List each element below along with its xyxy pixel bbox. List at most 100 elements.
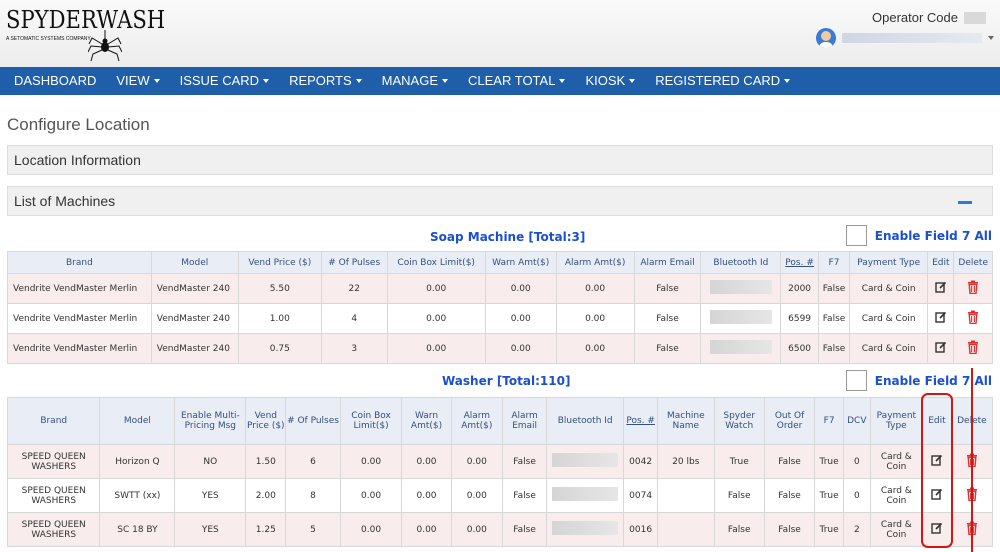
cell-brand: SPEED QUEEN WASHERS — [6, 512, 101, 547]
cell-warn: 0.00 — [484, 273, 557, 304]
nav-reports[interactable]: REPORTS — [279, 67, 372, 95]
cell-pulses: 8 — [285, 478, 341, 513]
bluetooth-id-redacted — [700, 333, 782, 364]
operator-code: Operator Code — [872, 10, 986, 25]
nav-manage[interactable]: MANAGE — [372, 67, 458, 95]
cell-f7: True — [814, 512, 844, 547]
edit-cell — [927, 333, 955, 364]
cell-multi: NO — [174, 444, 247, 479]
trash-icon[interactable] — [967, 310, 979, 327]
user-name-redacted — [842, 33, 982, 43]
cell-pulses: 3 — [320, 333, 388, 364]
cell-alarm-email: False — [633, 333, 702, 364]
delete-cell — [953, 273, 993, 304]
cell-alarm: 0.00 — [555, 333, 635, 364]
cell-f7: True — [814, 478, 844, 513]
table-row: SPEED QUEEN WASHERS Horizon Q NO 1.50 6 0.00 0… — [6, 444, 994, 479]
column-header[interactable]: Pos. # — [623, 397, 659, 445]
cell-alarm-email: False — [633, 303, 702, 334]
nav-label: MANAGE — [381, 73, 439, 88]
cell-ooo: False — [763, 512, 816, 547]
cell-model: SWTT (xx) — [99, 478, 176, 513]
column-header: Warn Amt($) — [484, 251, 557, 274]
cell-f7: True — [814, 444, 844, 479]
cell-warn: 0.00 — [484, 303, 557, 334]
nav-clear-total[interactable]: CLEAR TOTAL — [458, 67, 575, 95]
column-header: Brand — [6, 397, 101, 445]
cell-alarm: 0.00 — [450, 444, 504, 479]
nav-dashboard[interactable]: DASHBOARD — [4, 67, 106, 95]
spyderwash-logo[interactable]: SPYDERWASH A SETOMATIC SYSTEMS COMPANY — [6, 6, 165, 64]
cell-ooo: False — [763, 444, 816, 479]
bluetooth-id-redacted — [546, 512, 625, 547]
cell-multi: YES — [174, 478, 247, 513]
bluetooth-id-redacted — [546, 444, 625, 479]
column-header: Payment Type — [869, 397, 924, 445]
table-row: SPEED QUEEN WASHERS SC 18 BY YES 1.25 5 0.00 0… — [6, 512, 994, 547]
cell-model: Horizon Q — [99, 444, 176, 479]
cell-pulses: 22 — [320, 273, 388, 304]
logo-text: SPYDERWASH — [6, 6, 166, 34]
cell-warn: 0.00 — [401, 512, 452, 547]
column-header: Alarm Amt($) — [555, 251, 635, 274]
cell-pos: 6599 — [780, 303, 819, 334]
cell-warn: 0.00 — [401, 444, 452, 479]
nav-issue-card[interactable]: ISSUE CARD — [170, 67, 279, 95]
cell-pulses: 5 — [285, 512, 341, 547]
cell-vend-price: 1.25 — [245, 512, 287, 547]
cell-alarm: 0.00 — [555, 303, 635, 334]
panel-list-of-machines[interactable]: List of Machines — [7, 186, 993, 216]
operator-code-value-redacted — [964, 11, 986, 24]
edit-icon[interactable] — [935, 341, 947, 356]
cell-name — [657, 512, 715, 547]
cell-dcv: 0 — [842, 444, 871, 479]
nav-view[interactable]: VIEW — [106, 67, 169, 95]
cell-spyder: True — [713, 444, 765, 479]
edit-icon[interactable] — [935, 311, 947, 326]
collapse-icon[interactable] — [958, 201, 972, 204]
table-row: Vendrite VendMaster Merlin VendMaster 240… — [7, 333, 993, 364]
cell-alarm: 0.00 — [450, 512, 504, 547]
cell-f7: False — [817, 303, 851, 334]
enable-field7-label: Enable Field 7 All — [874, 228, 992, 243]
cell-pos: 0074 — [623, 478, 659, 513]
edit-icon[interactable] — [935, 281, 947, 296]
cell-f7: False — [817, 333, 851, 364]
cell-model: VendMaster 240 — [150, 303, 239, 334]
redacted-value — [552, 453, 619, 467]
column-header[interactable]: Pos. # — [780, 251, 819, 274]
cell-coin-box: 0.00 — [386, 303, 486, 334]
chevron-down-icon — [988, 36, 994, 40]
bluetooth-id-redacted — [700, 303, 782, 334]
edit-column-highlight — [921, 393, 953, 548]
cell-name — [657, 478, 715, 513]
cell-brand: Vendrite VendMaster Merlin — [7, 303, 152, 334]
chevron-down-icon — [355, 79, 362, 83]
trash-icon[interactable] — [967, 340, 979, 357]
chevron-down-icon — [629, 79, 636, 83]
column-header: Enable Multi-Pricing Msg — [174, 397, 247, 445]
edit-cell — [927, 303, 955, 334]
redacted-value — [552, 521, 619, 535]
panel-location-information[interactable]: Location Information — [7, 145, 993, 175]
cell-vend-price: 0.75 — [237, 333, 322, 364]
nav-label: VIEW — [116, 73, 150, 88]
column-header: Coin Box Limit($) — [386, 251, 486, 274]
enable-field7-label: Enable Field 7 All — [874, 373, 992, 388]
trash-icon[interactable] — [967, 280, 979, 297]
chevron-down-icon — [153, 79, 160, 83]
column-header: # Of Pulses — [285, 397, 341, 445]
soap-enable-field7-checkbox[interactable] — [845, 225, 867, 246]
nav-label: KIOSK — [585, 73, 626, 88]
soap-enable-field7: Enable Field 7 All — [845, 225, 992, 246]
redacted-value — [552, 487, 619, 501]
nav-kiosk[interactable]: KIOSK — [575, 67, 645, 95]
cell-vend-price: 1.50 — [245, 444, 287, 479]
cell-coin-box: 0.00 — [386, 273, 486, 304]
cell-coin-box: 0.00 — [339, 512, 403, 547]
nav-registered-card[interactable]: REGISTERED CARD — [645, 67, 800, 95]
user-menu[interactable] — [816, 28, 994, 48]
table-row: SPEED QUEEN WASHERS SWTT (xx) YES 2.00 8 0.00… — [6, 478, 994, 513]
cell-pos: 0016 — [623, 512, 659, 547]
washer-enable-field7-checkbox[interactable] — [845, 370, 867, 391]
